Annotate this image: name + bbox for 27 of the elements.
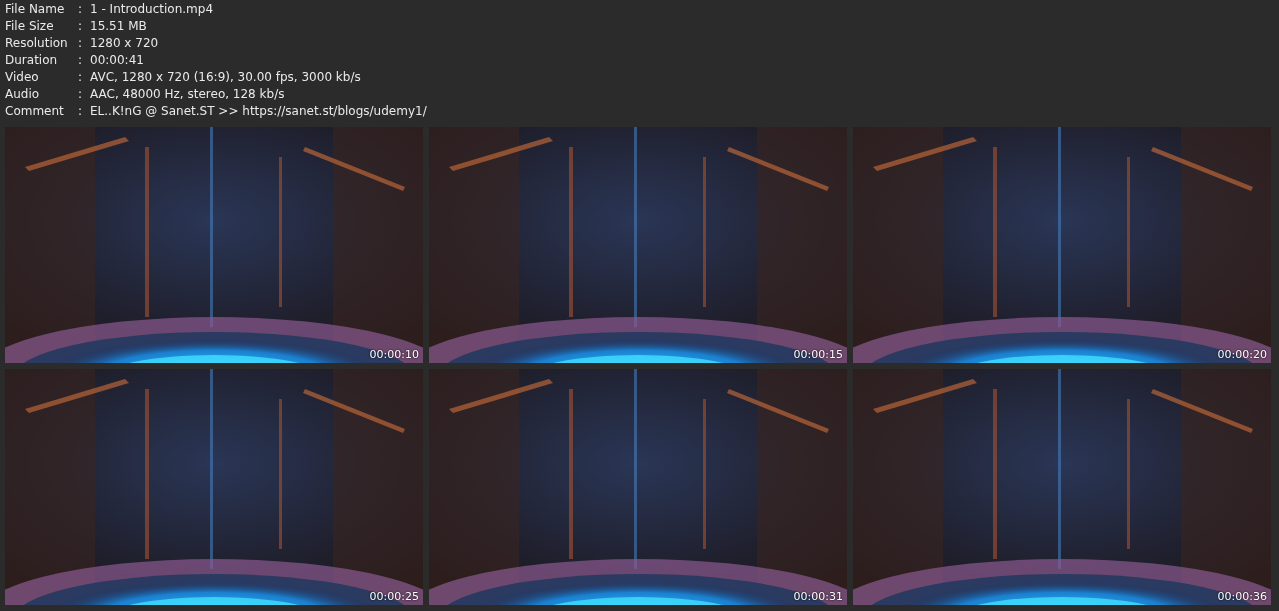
separator: :	[78, 1, 84, 18]
info-label: Video	[5, 69, 40, 86]
info-value: EL..K!nG @ Sanet.ST >> https://sanet.st/blogs/udemy1/	[90, 103, 427, 120]
separator: :	[78, 103, 84, 120]
separator: :	[78, 35, 84, 52]
info-value: 1280 x 720	[90, 35, 159, 52]
info-value: 1 - Introduction.mp4	[90, 1, 214, 18]
info-label: Comment	[5, 103, 65, 120]
info-value: AAC, 48000 Hz, stereo, 128 kb/s	[90, 86, 285, 103]
separator: :	[78, 69, 84, 86]
info-label: File Size	[5, 18, 55, 35]
info-label: Resolution	[5, 35, 69, 52]
info-value: 00:00:41	[90, 52, 144, 69]
separator: :	[78, 18, 84, 35]
info-value: 15.51 MB	[90, 18, 147, 35]
timestamp: 00:00:10	[369, 348, 419, 361]
timestamp: 00:00:36	[1217, 590, 1267, 603]
timestamp: 00:00:31	[793, 590, 843, 603]
separator: :	[78, 52, 84, 69]
info-label: Duration	[5, 52, 59, 69]
timestamp: 00:00:25	[369, 590, 419, 603]
info-label: Audio	[5, 86, 41, 103]
info-value: AVC, 1280 x 720 (16:9), 30.00 fps, 3000 kb/s	[90, 69, 361, 86]
separator: :	[78, 86, 84, 103]
timestamp: 00:00:20	[1217, 348, 1267, 361]
info-label: File Name	[5, 1, 66, 18]
timestamp: 00:00:15	[793, 348, 843, 361]
